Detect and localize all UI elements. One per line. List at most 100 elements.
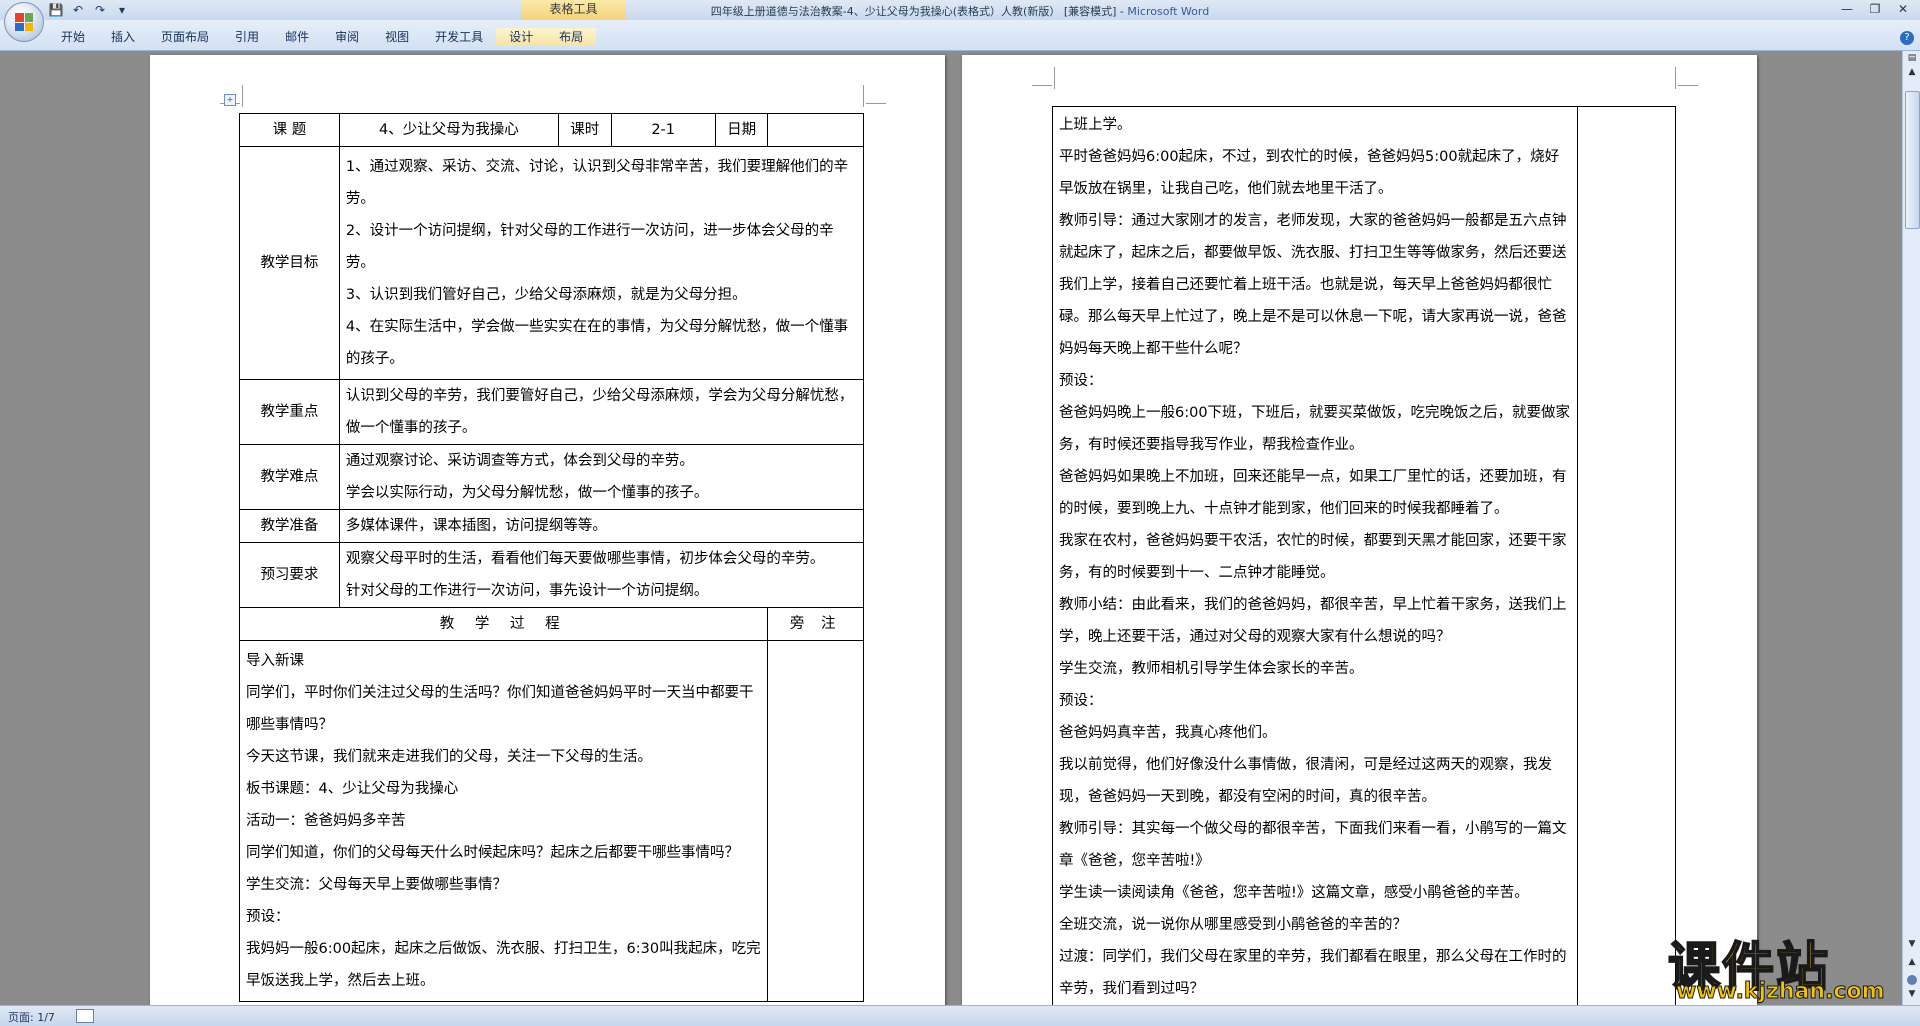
minimize-icon[interactable]: — [1834, 0, 1860, 18]
page-2[interactable]: 上班上学。 平时爸爸妈妈6:00起床，不过，到农忙的时候，爸爸妈妈5:00就起床… [962, 55, 1757, 1005]
goals-cell[interactable]: 1、通过观察、采访、交流、讨论，认识到父母非常辛苦，我们要理解他们的辛劳。 2、… [338, 146, 865, 380]
crop-mark [242, 85, 243, 107]
tab-table-layout[interactable]: 布局 [546, 28, 597, 46]
process-line: 爸爸妈妈真辛苦，我真心疼他们。 [1059, 725, 1277, 741]
prep-label: 教学准备 [260, 518, 319, 534]
office-button[interactable] [4, 2, 44, 42]
status-bar: 页面: 1/7 [0, 1005, 1920, 1026]
help-icon[interactable]: ? [1900, 31, 1914, 45]
process-cell[interactable]: 导入新课 同学们，平时你们关注过父母的生活吗？你们知道爸爸妈妈平时一天当中都要干… [238, 640, 769, 1002]
document-title: 四年级上册道德与法治教案-4、少让父母为我操心(表格式）人教(新版） [兼容模式… [710, 5, 1128, 18]
tab-insert[interactable]: 插入 [98, 28, 148, 46]
maximize-icon[interactable]: ❐ [1862, 0, 1888, 18]
preview-cell[interactable]: 观察父母平时的生活，看看他们每天要做哪些事情，初步体会父母的辛劳。 针对父母的工… [338, 542, 865, 608]
process-line: 全班交流，说一说你从哪里感受到小鹃爸爸的辛苦的？ [1059, 917, 1407, 933]
goals-label: 教学目标 [260, 255, 319, 271]
document-area[interactable]: + 课 题 4、少让父母为我操心 课时 2-1 日期 教学目标 1、通过观察、采… [0, 51, 1902, 1005]
select-browse-object-icon[interactable] [1907, 975, 1917, 985]
tab-references[interactable]: 引用 [222, 28, 272, 46]
date-label-cell: 日期 [714, 113, 769, 147]
topic-label-cell: 课 题 [239, 113, 340, 147]
prep-label-cell: 教学准备 [239, 509, 340, 543]
watermark-logo: 课件站 www.kjzhan.com [1667, 925, 1904, 1005]
scroll-up-icon[interactable]: ▲ [1905, 67, 1919, 81]
tab-review[interactable]: 审阅 [322, 28, 372, 46]
process-line: 学生交流：父母每天早上要做哪些事情？ [246, 877, 507, 893]
hours-cell[interactable]: 2-1 [610, 113, 716, 147]
side-notes-header: 旁 注 [789, 616, 842, 632]
process-header-cell: 教 学 过 程 [238, 607, 769, 641]
close-icon[interactable]: ✕ [1890, 0, 1916, 18]
vertical-scrollbar[interactable]: ▤ ▲ ▼ ▲ ▼ [1902, 51, 1920, 1005]
tab-view[interactable]: 视图 [372, 28, 422, 46]
crop-mark [1675, 67, 1676, 89]
crop-mark [1054, 67, 1055, 89]
crop-mark [1678, 85, 1698, 86]
process-line: 上班上学。 [1059, 117, 1132, 133]
process-line: 教师小结：由此看来，我们的爸爸妈妈，都很辛苦，早上忙着干家务，送我们上学，晚上还… [1059, 597, 1567, 645]
tab-table-design[interactable]: 设计 [496, 28, 547, 46]
tab-mailings[interactable]: 邮件 [272, 28, 322, 46]
process-line: 爸爸妈妈晚上一般6:00下班，下班后，就要买菜做饭，吃完晚饭之后，就要做家务，有… [1059, 405, 1571, 453]
proofing-status-icon[interactable] [76, 1009, 94, 1023]
process-line: 教师引导：其实每一个做父母的都很辛苦，下面我们来看一看，小鹃写的一篇文章《爸爸，… [1059, 821, 1567, 869]
hours-label: 课时 [570, 122, 600, 138]
page-1[interactable]: + 课 题 4、少让父母为我操心 课时 2-1 日期 教学目标 1、通过观察、采… [150, 55, 945, 1005]
preview-label: 预习要求 [260, 567, 319, 583]
previous-page-icon[interactable]: ▲ [1905, 957, 1919, 971]
tab-developer[interactable]: 开发工具 [422, 28, 496, 46]
process-line: 爸爸妈妈如果晚上不加班，回来还能早一点，如果工厂里忙的话，还要加班，有的时候，要… [1059, 469, 1567, 517]
watermark-url: www.kjzhan.com [1676, 979, 1886, 1005]
process-line: 预设： [1059, 373, 1103, 389]
table-move-handle-icon[interactable]: + [224, 94, 236, 106]
crop-mark [1032, 85, 1052, 86]
lesson-plan-table[interactable]: 课 题 4、少让父母为我操心 课时 2-1 日期 教学目标 1、通过观察、采访、… [238, 113, 865, 1002]
lesson-plan-table-continued[interactable]: 上班上学。 平时爸爸妈妈6:00起床，不过，到农忙的时候，爸爸妈妈5:00就起床… [1051, 106, 1676, 1005]
prep-cell[interactable]: 多媒体课件，课本插图，访问提纲等等。 [338, 509, 865, 543]
crop-mark [863, 85, 864, 107]
next-page-icon[interactable]: ▼ [1905, 989, 1919, 1003]
process-line: 教师引导：通过大家刚才的发言，老师发现，大家的爸爸妈妈一般都是五六点钟就起床了，… [1059, 213, 1567, 357]
page-count[interactable]: 页面: 1/7 [8, 1009, 55, 1025]
goals-label-cell: 教学目标 [239, 146, 340, 380]
side-notes-cell-continued[interactable] [1577, 106, 1676, 1005]
process-line: 我家在农村，爸爸妈妈要干农活，农忙的时候，都要到天黑才能回家，还要干家务，有的时… [1059, 533, 1567, 581]
key-points-label: 教学重点 [260, 404, 319, 420]
side-notes-cell[interactable] [767, 640, 864, 1002]
process-line: 同学们，平时你们关注过父母的生活吗？你们知道爸爸妈妈平时一天当中都要干哪些事情吗… [246, 685, 754, 733]
office-logo-icon [15, 13, 33, 31]
process-line: 预设： [246, 909, 290, 925]
ribbon-tabs: 开始 插入 页面布局 引用 邮件 审阅 视图 开发工具 设计 布局 [48, 28, 597, 46]
process-line: 预设： [1059, 693, 1103, 709]
difficulties-cell[interactable]: 通过观察讨论、采访调查等方式，体会到父母的辛劳。 学会以实际行动，为父母分解忧愁… [338, 444, 865, 510]
goal-line: 4、在实际生活中，学会做一些实实在在的事情，为父母分解忧愁，做一个懂事的孩子。 [345, 319, 849, 367]
side-notes-header-cell: 旁 注 [767, 607, 864, 641]
process-line: 平时爸爸妈妈6:00起床，不过，到农忙的时候，爸爸妈妈5:00就起床了，烧好早饭… [1059, 149, 1560, 197]
prep-text: 多媒体课件，课本插图，访问提纲等等。 [345, 518, 607, 534]
process-line: 导入新课 [246, 653, 304, 669]
process-line: 同学们知道，你们的父母每天什么时候起床吗？起床之后都要干哪些事情吗？ [246, 845, 739, 861]
difficulty-line: 通过观察讨论、采访调查等方式，体会到父母的辛劳。 [345, 453, 694, 469]
preview-line: 观察父母平时的生活，看看他们每天要做哪些事情，初步体会父母的辛劳。 [345, 551, 825, 567]
crop-mark [866, 103, 886, 104]
difficulties-label-cell: 教学难点 [239, 444, 340, 510]
key-points-cell[interactable]: 认识到父母的辛劳，我们要管好自己，少给父母添麻烦，学会为父母分解忧愁，做一个懂事… [338, 379, 865, 445]
window-title: 四年级上册道德与法治教案-4、少让父母为我操心(表格式）人教(新版） [兼容模式… [0, 3, 1920, 19]
title-bar: 💾 ↶ ↷ ▾ 表格工具 四年级上册道德与法治教案-4、少让父母为我操心(表格式… [0, 0, 1920, 20]
process-cell-continued[interactable]: 上班上学。 平时爸爸妈妈6:00起床，不过，到农忙的时候，爸爸妈妈5:00就起床… [1051, 106, 1579, 1005]
view-ruler-icon[interactable]: ▤ [1905, 53, 1919, 65]
goal-line: 3、认识到我们管好自己，少给父母添麻烦，就是为父母分担。 [345, 287, 747, 303]
difficulty-line: 学会以实际行动，为父母分解忧愁，做一个懂事的孩子。 [345, 485, 709, 501]
window-controls: — ❐ ✕ [1834, 0, 1916, 18]
scroll-thumb[interactable] [1905, 91, 1920, 229]
date-cell[interactable] [767, 113, 864, 147]
process-line: 今天这节课，我们就来走进我们的父母，关注一下父母的生活。 [246, 749, 652, 765]
preview-line: 针对父母的工作进行一次访问，事先设计一个访问提纲。 [345, 583, 709, 599]
process-line: 学生交流，教师相机引导学生体会家长的辛苦。 [1059, 661, 1364, 677]
date-label: 日期 [727, 122, 757, 138]
tab-page-layout[interactable]: 页面布局 [148, 28, 222, 46]
scroll-down-icon[interactable]: ▼ [1905, 939, 1919, 953]
topic-cell[interactable]: 4、少让父母为我操心 [338, 113, 559, 147]
preview-label-cell: 预习要求 [239, 542, 340, 608]
tab-home[interactable]: 开始 [48, 28, 98, 46]
